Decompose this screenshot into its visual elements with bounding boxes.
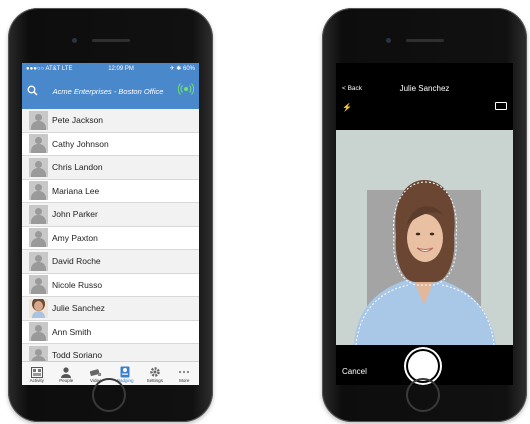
more-icon	[177, 366, 191, 378]
phone-right: < Back Julie Sanchez ⚡ Cancel	[322, 8, 527, 422]
list-item[interactable]: Nicole Russo	[22, 274, 199, 297]
directory-screen: ●●●○○ AT&T LTE 12:09 PM ✈ ✱ 60% Acme Ent…	[22, 63, 199, 385]
list-item[interactable]: Amy Paxton	[22, 227, 199, 250]
contact-name: Amy Paxton	[52, 232, 98, 243]
status-carrier: ●●●○○ AT&T LTE	[26, 65, 73, 72]
page-title: Julie Sanchez	[399, 84, 450, 93]
contact-name: Ann Smith	[52, 326, 92, 337]
list-item[interactable]: John Parker	[22, 203, 199, 227]
avatar	[29, 157, 48, 177]
earpiece-speaker	[406, 39, 444, 42]
list-item[interactable]: Julie Sanchez	[22, 297, 199, 321]
nfc-icon[interactable]	[177, 81, 195, 102]
flash-icon[interactable]: ⚡	[342, 103, 352, 112]
tab-more[interactable]: More	[170, 366, 198, 385]
front-camera	[386, 38, 391, 43]
list-item[interactable]: Ann Smith	[22, 321, 199, 344]
tab-settings[interactable]: Settings	[141, 366, 169, 385]
contact-list: Pete Jackson Cathy Johnson Chris Landon …	[22, 109, 199, 368]
avatar	[29, 251, 48, 271]
tab-label: Settings	[146, 378, 163, 383]
avatar	[29, 110, 48, 130]
tab-people[interactable]: People	[52, 366, 80, 385]
subject-portrait	[354, 180, 496, 345]
phone-left: ●●●○○ AT&T LTE 12:09 PM ✈ ✱ 60% Acme Ent…	[8, 8, 213, 422]
tab-label: People	[59, 378, 74, 383]
contact-name: Julie Sanchez	[52, 303, 105, 314]
contact-name: John Parker	[52, 209, 98, 220]
status-time: 12:09 PM	[108, 65, 134, 72]
list-item[interactable]: Mariana Lee	[22, 180, 199, 203]
contact-name: David Roche	[52, 256, 101, 267]
home-button[interactable]	[406, 378, 440, 412]
nav-bar: Acme Enterprises - Boston Office	[22, 74, 199, 109]
cancel-button[interactable]: Cancel	[342, 367, 367, 376]
camera-header: < Back Julie Sanchez ⚡	[336, 63, 513, 113]
video-icon	[89, 366, 103, 378]
search-icon[interactable]	[27, 83, 38, 101]
avatar	[29, 181, 48, 201]
list-item[interactable]: Cathy Johnson	[22, 133, 199, 156]
tab-label: Activity	[29, 378, 44, 383]
contact-name: Nicole Russo	[52, 279, 103, 290]
contact-name: Mariana Lee	[52, 185, 100, 196]
camera-viewfinder	[336, 130, 513, 345]
list-item[interactable]: David Roche	[22, 250, 199, 274]
office-title: Acme Enterprises - Boston Office	[52, 87, 164, 96]
activity-icon	[30, 366, 44, 378]
settings-icon	[148, 366, 162, 378]
badging-icon	[118, 366, 132, 378]
list-item[interactable]: Chris Landon	[22, 156, 199, 180]
badge-photo-screen: < Back Julie Sanchez ⚡ Cancel	[336, 63, 513, 385]
tab-activity[interactable]: Activity	[23, 366, 51, 385]
people-icon	[59, 366, 73, 378]
avatar	[29, 322, 48, 342]
avatar-photo	[29, 298, 48, 318]
contact-name: Todd Soriano	[52, 350, 103, 361]
shutter-button[interactable]	[408, 351, 438, 381]
home-button[interactable]	[92, 378, 126, 412]
avatar	[29, 204, 48, 224]
contact-name: Pete Jackson	[52, 115, 104, 126]
avatar	[29, 228, 48, 248]
status-battery: ✈ ✱ 60%	[169, 66, 195, 72]
avatar	[29, 275, 48, 295]
contact-name: Chris Landon	[52, 162, 103, 173]
earpiece-speaker	[92, 39, 130, 42]
status-bar: ●●●○○ AT&T LTE 12:09 PM ✈ ✱ 60%	[22, 63, 199, 74]
avatar	[29, 134, 48, 154]
camera-switch-icon[interactable]	[495, 102, 507, 110]
list-item[interactable]: Pete Jackson	[22, 109, 199, 133]
tab-label: More	[179, 378, 190, 383]
front-camera	[72, 38, 77, 43]
contact-name: Cathy Johnson	[52, 138, 109, 149]
